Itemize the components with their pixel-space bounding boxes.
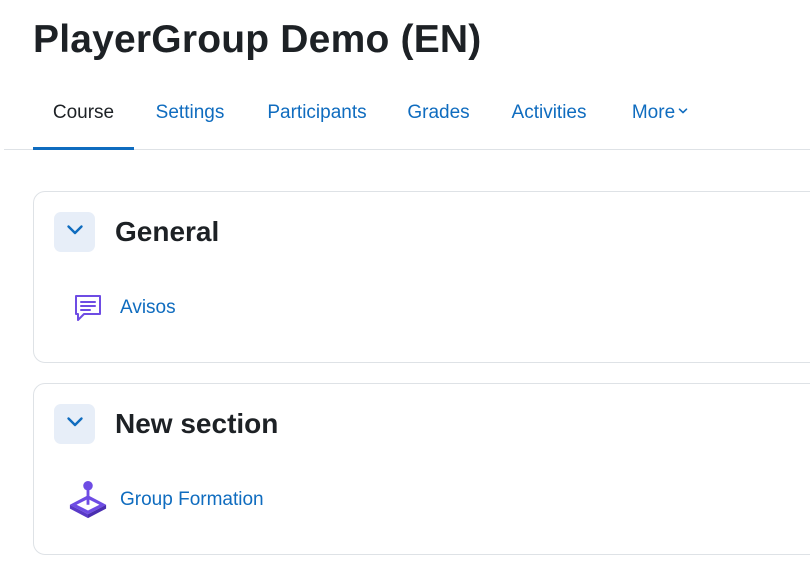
joystick-icon	[68, 480, 108, 520]
chevron-down-icon	[678, 80, 688, 140]
tab-course[interactable]: Course	[33, 83, 134, 150]
tab-course-label: Course	[52, 102, 115, 123]
activity-group-formation[interactable]: Group Formation	[68, 480, 264, 520]
section-collapse-button[interactable]	[54, 404, 95, 444]
page-title: PlayerGroup Demo (EN)	[33, 18, 482, 61]
tab-participants-label: Participants	[267, 102, 367, 123]
activity-name: Avisos	[120, 297, 176, 318]
tab-settings[interactable]: Settings	[154, 83, 226, 150]
section-collapse-button[interactable]	[54, 212, 95, 252]
course-section-new: New section Group Formation	[33, 383, 810, 555]
chevron-down-icon	[66, 223, 84, 241]
activity-forum[interactable]: Avisos	[68, 288, 176, 328]
tab-settings-label: Settings	[155, 102, 225, 123]
tab-activities-label: Activities	[511, 102, 587, 123]
section-title: New section	[115, 408, 279, 439]
tab-grades[interactable]: Grades	[407, 83, 470, 150]
tab-activities[interactable]: Activities	[509, 83, 589, 150]
forum-icon	[68, 288, 108, 328]
tab-more-label: More	[631, 102, 676, 123]
activity-name: Group Formation	[120, 489, 264, 510]
tab-more[interactable]: More	[627, 83, 693, 150]
course-page: PlayerGroup Demo (EN) Course Settings Pa…	[0, 0, 810, 581]
secondary-navigation: Course Settings Participants Grades Acti…	[4, 83, 810, 150]
chevron-down-icon	[66, 415, 84, 433]
tab-grades-label: Grades	[407, 102, 470, 123]
course-section-general: General Avisos	[33, 191, 810, 363]
section-title: General	[115, 216, 220, 247]
tab-participants[interactable]: Participants	[265, 83, 369, 150]
